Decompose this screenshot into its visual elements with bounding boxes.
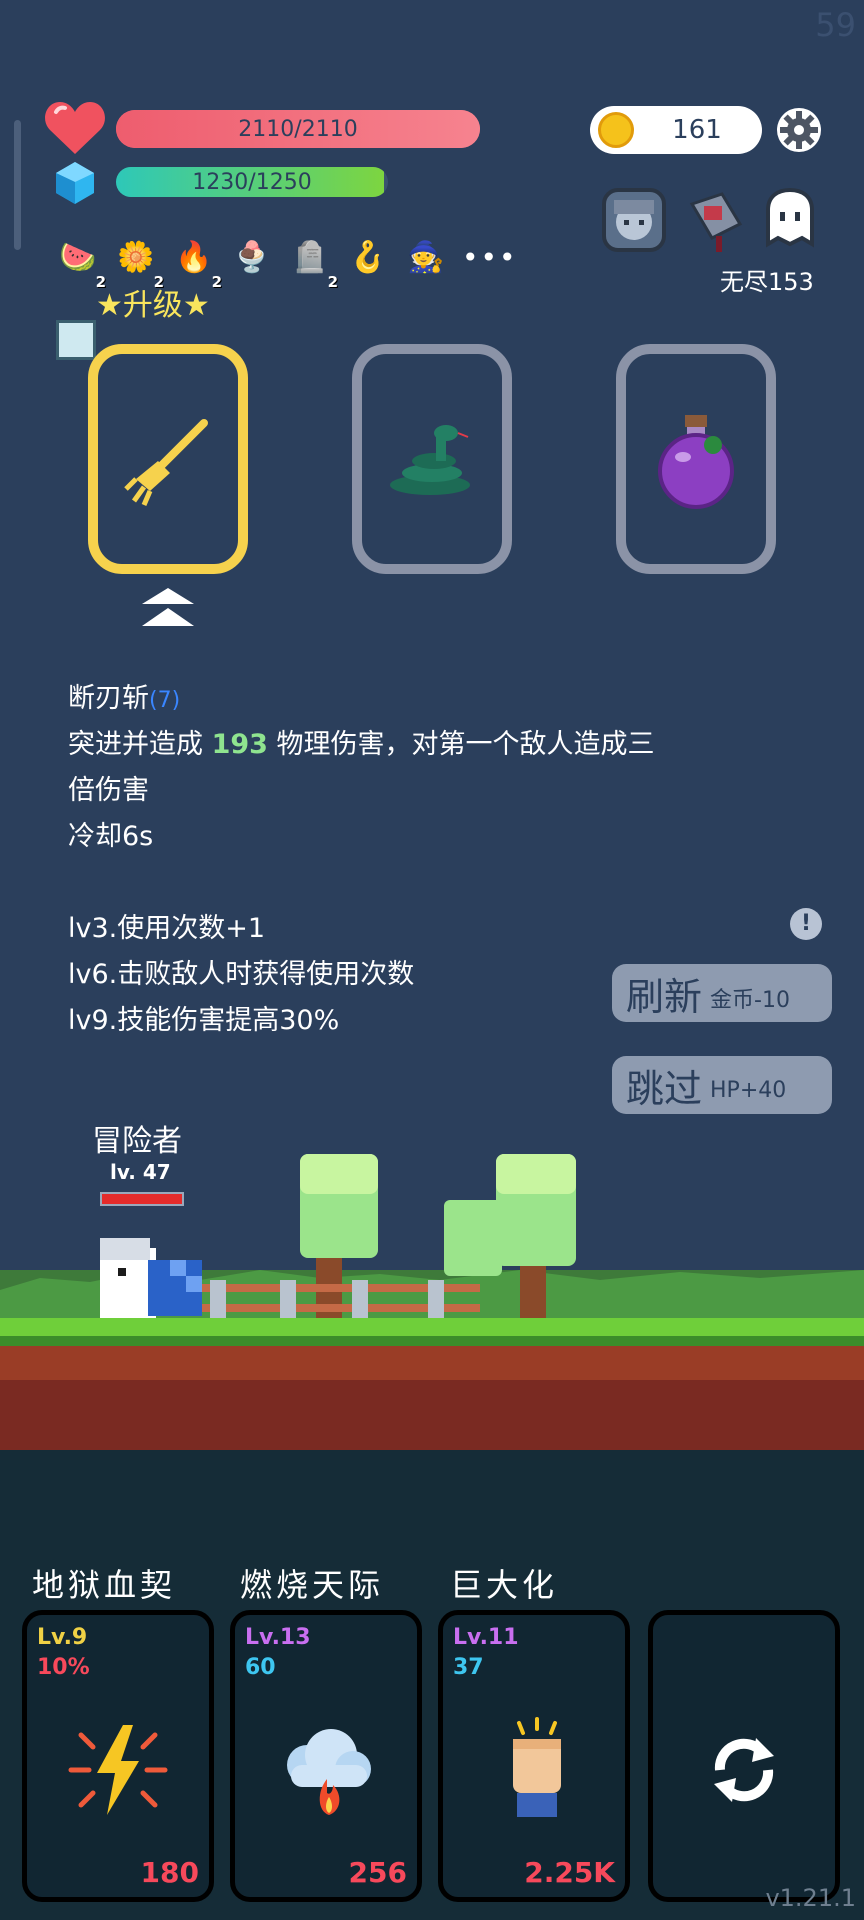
skill-desc-line2: 倍伤害 <box>68 775 149 806</box>
mp-text: 1230/1250 <box>192 169 312 195</box>
cursed-sword-icon[interactable] <box>682 184 752 254</box>
skill-slot-1[interactable]: Lv.9 10% 180 <box>22 1610 214 1902</box>
skill-name: 断刃斩 <box>68 683 149 714</box>
item-count: 2 <box>211 273 222 291</box>
skill-title: 断刃斩(7) <box>68 676 180 715</box>
hero-hp-bar <box>100 1192 184 1206</box>
more-items-button[interactable]: ••• <box>462 234 516 282</box>
coin-value: 161 <box>672 115 722 145</box>
skill-cost: 2.25K <box>524 1856 615 1889</box>
refresh-icon <box>714 1738 774 1802</box>
skill-stat: 37 <box>453 1655 484 1680</box>
item-glyph: 🔥 <box>175 240 213 275</box>
heart-icon <box>45 102 105 154</box>
mana-crystal-icon <box>56 162 94 204</box>
ice-cream-icon[interactable]: 🍨 <box>230 234 274 282</box>
refresh-button[interactable]: 刷新 金币-10 <box>612 964 832 1022</box>
skill-cost: 180 <box>140 1856 199 1889</box>
purple-potion-icon <box>658 415 734 509</box>
coiled-snake-icon <box>390 425 470 495</box>
knight-hero <box>100 1238 202 1320</box>
refresh-label: 刷新 <box>626 974 703 1019</box>
skill-stat: 10% <box>37 1655 90 1680</box>
skill-choice-card-potion[interactable] <box>616 344 776 574</box>
skill-level: (7) <box>149 688 181 713</box>
ghost-icon[interactable] <box>762 188 818 248</box>
info-icon[interactable]: ! <box>790 908 822 940</box>
item-glyph: 🌼 <box>117 240 155 275</box>
hook-icon[interactable]: 🪝 <box>346 234 390 282</box>
selected-chevron-icon <box>142 588 194 626</box>
fire-ring-icon[interactable]: 🔥 2 <box>172 234 222 290</box>
skill-level: Lv.13 <box>245 1625 311 1650</box>
settings-gear-icon[interactable] <box>776 107 822 153</box>
upgrade-label: ★升级★ <box>96 288 210 323</box>
hero-name: 冒险者 <box>92 1124 182 1159</box>
skill-level: Lv.11 <box>453 1625 519 1650</box>
coin-counter: 161 <box>590 106 762 154</box>
lightning-icon <box>68 1725 168 1815</box>
reroll-skills-button[interactable] <box>648 1610 840 1902</box>
scroll-indicator <box>14 120 21 250</box>
refresh-cost: 金币-10 <box>710 988 790 1013</box>
coin-icon <box>598 112 634 148</box>
skill-choice-card-fork[interactable] <box>88 344 248 574</box>
battle-scene <box>0 1154 864 1450</box>
item-glyph: 🪦 <box>291 240 329 275</box>
skill-stat: 60 <box>245 1655 276 1680</box>
skill-slot-2[interactable]: Lv.13 60 256 <box>230 1610 422 1902</box>
item-count: 2 <box>327 273 338 291</box>
skill-slot-title-1: 地狱血契 <box>32 1566 177 1604</box>
skill-slot-title-3: 巨大化 <box>450 1566 559 1604</box>
item-glyph: 🍨 <box>233 240 271 275</box>
watermelon-icon[interactable]: 🍉 2 <box>56 234 106 290</box>
item-glyph: 🪝 <box>349 240 387 275</box>
tombstone-icon[interactable]: 🪦 2 <box>288 234 338 290</box>
desc-pre: 突进并造成 <box>68 729 212 760</box>
skip-button[interactable]: 跳过 HP+40 <box>612 1056 832 1114</box>
hero-level: lv. 47 <box>110 1160 171 1184</box>
skill-choice-card-snake[interactable] <box>352 344 512 574</box>
skip-reward: HP+40 <box>710 1077 787 1103</box>
perk-lv3: lv3.使用次数+1 <box>68 913 266 944</box>
skill-cost: 256 <box>348 1856 407 1889</box>
skill-level: Lv.9 <box>37 1625 88 1650</box>
perk-lv9: lv9.技能伤害提高30% <box>68 1005 340 1036</box>
mp-bar: 1230/1250 <box>116 167 388 197</box>
lightbulb-icon[interactable] <box>56 320 96 360</box>
endless-stage-label: 无尽153 <box>720 268 814 296</box>
wizard-hat-icon[interactable]: 🧙 <box>404 234 448 282</box>
skill-desc-line1: 突进并造成 193 物理伤害，对第一个敌人造成三 <box>68 722 655 761</box>
hp-text: 2110/2110 <box>238 116 358 142</box>
fist-icon <box>513 1717 561 1817</box>
golden-fork-icon <box>124 419 208 506</box>
version-label: v1.21.1 <box>765 1884 856 1912</box>
fire-cloud-icon <box>287 1729 371 1815</box>
damage-value: 193 <box>211 729 268 760</box>
flower-icon[interactable]: 🌼 2 <box>114 234 164 290</box>
item-glyph: 🍉 <box>59 240 97 275</box>
perk-lv6: lv6.击败敌人时获得使用次数 <box>68 959 415 990</box>
skill-slot-title-2: 燃烧天际 <box>240 1566 385 1604</box>
hp-bar: 2110/2110 <box>116 110 480 148</box>
fps-counter: 59 <box>815 6 856 44</box>
desc-post: 物理伤害，对第一个敌人造成三 <box>267 729 655 760</box>
item-glyph: 🧙 <box>407 240 445 275</box>
skip-label: 跳过 <box>626 1066 703 1111</box>
inventory-row: 🍉 2 🌼 2 🔥 2 🍨 🪦 2 🪝 🧙 ••• <box>56 234 516 290</box>
skill-slot-3[interactable]: Lv.11 37 2.25K <box>438 1610 630 1902</box>
hero-hp-fill <box>102 1194 182 1204</box>
skill-cooldown: 冷却6s <box>68 821 154 852</box>
ghost-girl-icon[interactable] <box>600 186 668 254</box>
